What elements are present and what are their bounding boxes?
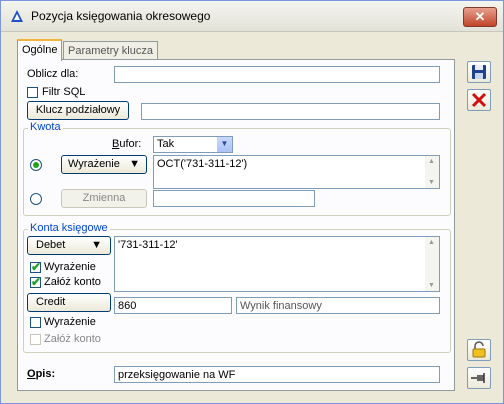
floppy-disk-icon	[472, 65, 486, 79]
credit-account-input[interactable]: 860	[114, 297, 232, 314]
debet-wyrazenie-label: Wyrażenie	[44, 261, 96, 273]
title-bar[interactable]: Pozycja księgowania okresowego ✕	[1, 1, 503, 32]
close-button[interactable]: ✕	[463, 7, 497, 27]
filtr-sql-checkbox[interactable]	[27, 87, 38, 98]
credit-zaloz-konto-label: Załóż konto	[44, 333, 101, 345]
tab-ogolne[interactable]: Ogólne	[17, 39, 63, 61]
pin-button[interactable]	[467, 367, 491, 389]
wyrazenie-textarea[interactable]: OCT('731-311-12') ▲ ▼	[153, 155, 440, 189]
dialog-window: Pozycja księgowania okresowego ✕ Ogólne …	[0, 0, 504, 404]
oblicz-input[interactable]	[114, 66, 440, 83]
zmienna-button[interactable]: Zmienna	[61, 189, 147, 208]
scroll-down-icon[interactable]: ▼	[428, 282, 435, 289]
credit-account-name: Wynik finansowy	[236, 297, 440, 314]
chevron-down-icon: ▼	[217, 137, 232, 152]
bufor-label: Bufor:	[112, 138, 142, 150]
konta-legend: Konta księgowe	[28, 222, 110, 234]
lock-button[interactable]	[467, 339, 491, 361]
triangle-down-icon: ▼	[91, 239, 102, 251]
debet-text: '731-311-12'	[118, 239, 178, 251]
padlock-icon	[472, 341, 486, 358]
wyrazenie-dropdown-button[interactable]: Wyrażenie ▼	[61, 155, 147, 174]
bufor-select-value: Tak	[157, 138, 175, 150]
pin-icon	[471, 373, 485, 383]
debet-button-label: Debet	[36, 239, 66, 251]
bufor-select[interactable]: Tak ▼	[153, 136, 233, 153]
credit-wyrazenie-label: Wyrażenie	[44, 316, 96, 328]
tab-parametry-klucza[interactable]: Parametry klucza	[63, 41, 158, 60]
opis-input[interactable]: przeksięgowanie na WF	[114, 366, 440, 383]
oblicz-label: Oblicz dla:	[27, 68, 79, 80]
scroll-up-icon[interactable]: ▲	[428, 239, 435, 246]
opis-label: Opis:	[27, 368, 56, 380]
window-title: Pozycja księgowania okresowego	[31, 9, 211, 23]
tab-panel: Oblicz dla: Filtr SQL Klucz podziałowy K…	[17, 59, 455, 391]
scroll-down-icon[interactable]: ▼	[428, 179, 435, 186]
vertical-scrollbar[interactable]: ▲ ▼	[425, 237, 439, 291]
credit-button[interactable]: Credit	[27, 293, 111, 312]
debet-wyrazenie-checkbox[interactable]: ✔	[30, 260, 42, 274]
wyrazenie-button-label: Wyrażenie	[68, 158, 120, 170]
zmienna-radio[interactable]	[30, 193, 42, 205]
triangle-down-icon: ▼	[129, 158, 140, 170]
tab-parametry-label: Parametry klucza	[68, 45, 153, 57]
checkmark-icon: ✔	[31, 275, 42, 289]
klucz-podzialowy-button[interactable]: Klucz podziałowy	[27, 101, 129, 120]
debet-zaloz-konto-label: Załóż konto	[44, 276, 101, 288]
debet-textarea[interactable]: '731-311-12' ▲ ▼	[114, 236, 440, 292]
cancel-button[interactable]	[467, 89, 491, 111]
app-triangle-icon	[11, 10, 23, 22]
debet-dropdown-button[interactable]: Debet ▼	[27, 236, 111, 255]
zmienna-input[interactable]	[153, 190, 315, 207]
klucz-input[interactable]	[141, 103, 440, 120]
red-x-icon	[471, 92, 487, 108]
checkmark-icon: ✔	[31, 260, 42, 274]
save-button[interactable]	[467, 61, 491, 83]
tab-ogolne-label: Ogólne	[22, 44, 58, 56]
filtr-sql-label: Filtr SQL	[42, 86, 86, 98]
debet-zaloz-konto-checkbox[interactable]: ✔	[30, 275, 42, 289]
wyrazenie-radio[interactable]	[30, 159, 42, 171]
radio-selected-dot	[33, 162, 39, 168]
wyrazenie-text: OCT('731-311-12')	[157, 158, 248, 170]
credit-wyrazenie-checkbox[interactable]	[30, 317, 41, 328]
vertical-scrollbar[interactable]: ▲ ▼	[425, 156, 439, 188]
scroll-up-icon[interactable]: ▲	[428, 158, 435, 165]
kwota-legend: Kwota	[28, 121, 63, 133]
credit-zaloz-konto-checkbox[interactable]	[30, 334, 41, 345]
